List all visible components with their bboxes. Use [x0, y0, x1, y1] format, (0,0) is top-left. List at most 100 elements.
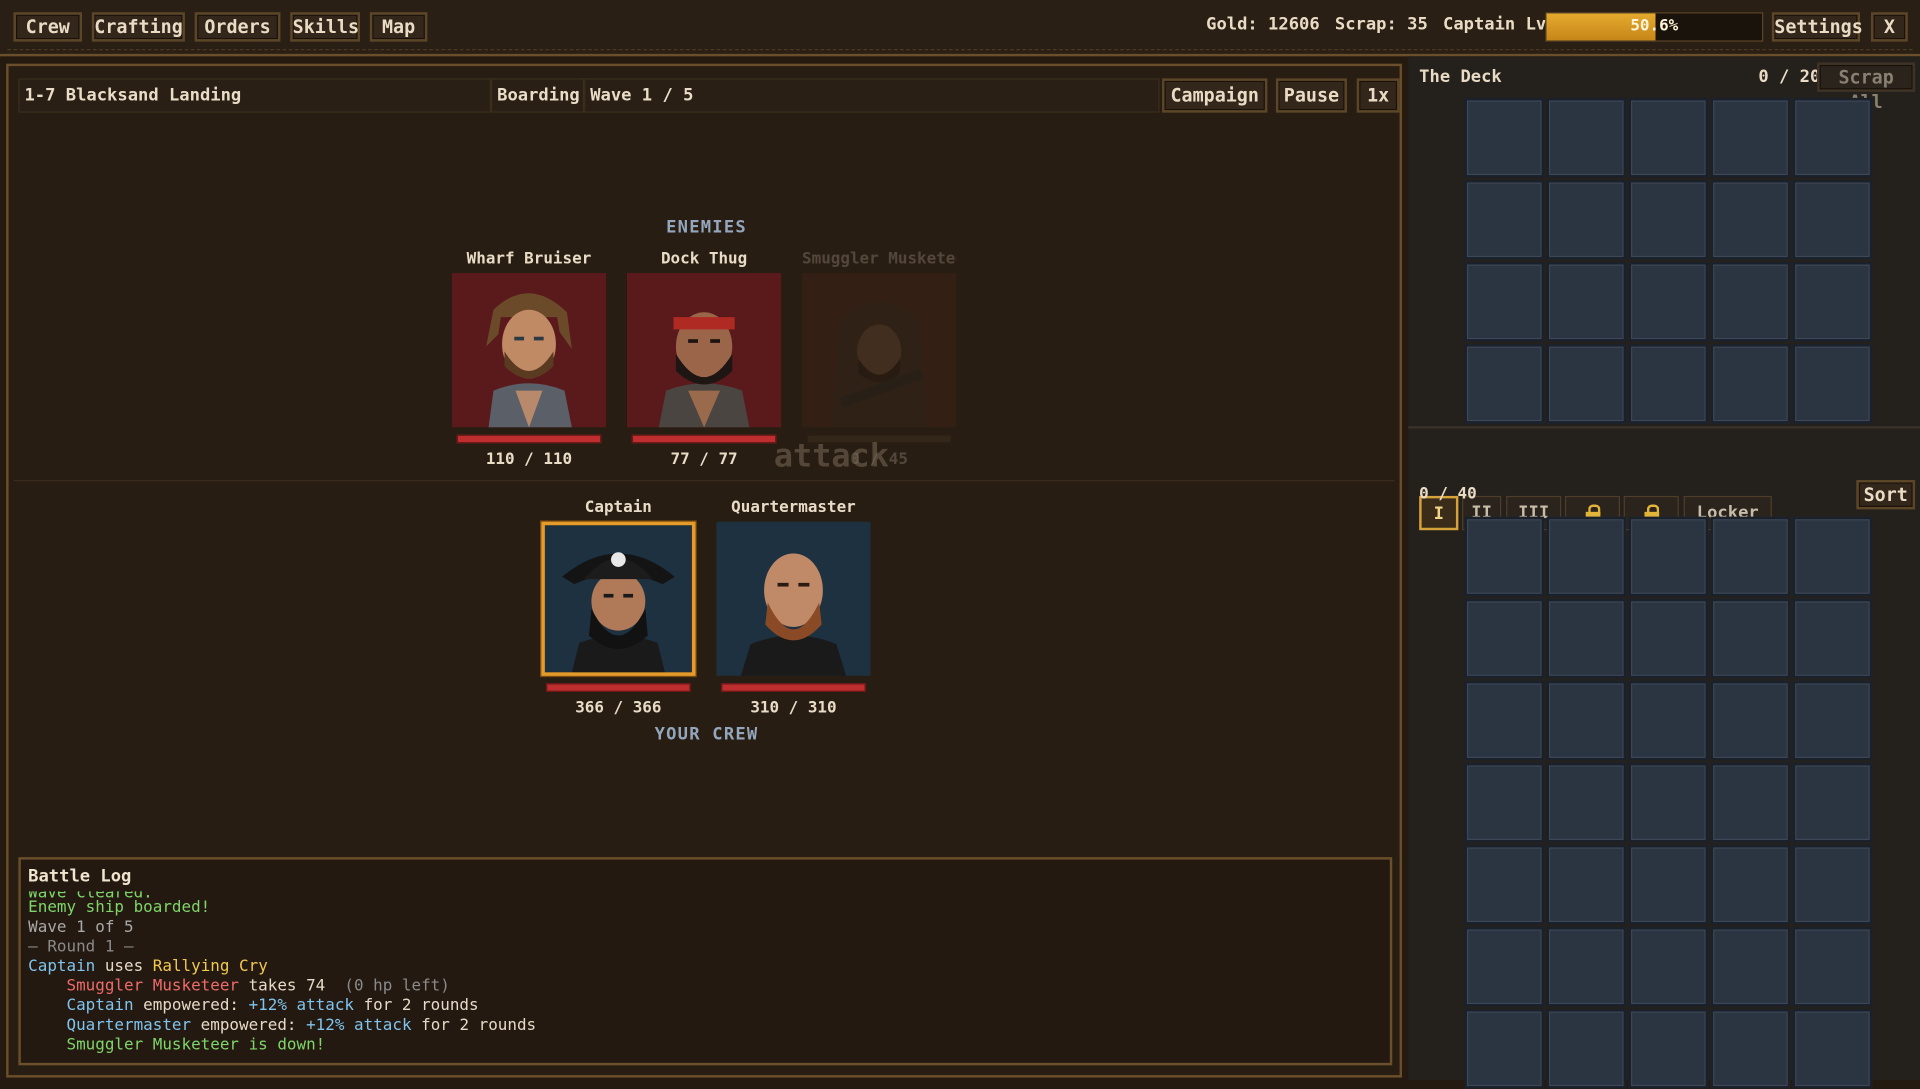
log-line: Smuggler Musketeer is down!	[28, 1035, 326, 1055]
inventory-slot[interactable]	[1464, 344, 1545, 424]
enemy-unit[interactable]: Wharf Bruiser 110 / 110	[451, 250, 607, 469]
unit-name: Dock Thug	[660, 249, 748, 269]
battle-log[interactable]: Battle Log Wave cleared.Enemy ship board…	[18, 857, 1393, 1066]
wharf-bruiser-portrait	[451, 273, 607, 428]
inventory-slot[interactable]	[1710, 344, 1791, 424]
inventory-slot[interactable]	[1710, 1008, 1791, 1089]
crew-unit-captain[interactable]: Captain 366 / 366	[541, 498, 696, 718]
scrap-all-button[interactable]: Scrap All	[1817, 62, 1916, 113]
battle-panel: 1-7 Blacksand Landing Boarding Wave 1 / …	[6, 63, 1403, 1078]
inventory-slot[interactable]	[1628, 844, 1709, 925]
inventory-slot[interactable]	[1464, 516, 1545, 597]
unit-hp: 366 / 366	[575, 699, 662, 718]
inventory-slot[interactable]	[1792, 97, 1873, 178]
crew-health-bar	[721, 683, 866, 692]
inventory-slot[interactable]	[1628, 344, 1709, 424]
crew-unit-quartermaster[interactable]: Quartermaster 310 / 310	[716, 498, 871, 718]
inventory-slot[interactable]	[1792, 1008, 1873, 1089]
inventory-slot[interactable]	[1792, 926, 1873, 1007]
inventory-slot[interactable]	[1628, 516, 1709, 597]
inventory-slot[interactable]	[1628, 262, 1709, 342]
gold-counter: Gold: 12606	[1206, 14, 1320, 35]
inventory-slot[interactable]	[1628, 97, 1709, 178]
unit-hp: 110 / 110	[485, 450, 573, 469]
log-line: Smuggler Musketeer takes 74 (0 hp left)	[28, 977, 450, 996]
inventory-slot[interactable]	[1546, 844, 1627, 925]
inventory-slot[interactable]	[1710, 680, 1791, 761]
inventory-slot[interactable]	[1546, 926, 1627, 1007]
inventory-slot[interactable]	[1546, 598, 1627, 679]
top-bar: Crew Crafting Orders Skills Map Gold: 12…	[0, 0, 1920, 57]
enemies-label: ENEMIES	[666, 217, 747, 238]
skills-button[interactable]: Skills	[290, 12, 361, 42]
inventory-slot[interactable]	[1546, 97, 1627, 178]
inventory-slot[interactable]	[1710, 97, 1791, 178]
attack-floating-text: attack	[773, 438, 889, 476]
scrap-counter: Scrap: 35	[1334, 14, 1428, 35]
inventory-slot[interactable]	[1710, 926, 1791, 1007]
inventory-slot[interactable]	[1628, 598, 1709, 679]
inventory-slot[interactable]	[1464, 926, 1545, 1007]
inventory-grid	[1464, 516, 1873, 1089]
inventory-slot[interactable]	[1464, 844, 1545, 925]
log-line: Captain empowered: +12% attack for 2 rou…	[28, 996, 479, 1016]
inventory-slot[interactable]	[1710, 762, 1791, 843]
enemy-unit[interactable]: Dock Thug 77 / 77	[626, 249, 782, 469]
inventory-slot[interactable]	[1792, 262, 1873, 342]
inventory-slot[interactable]	[1710, 844, 1791, 925]
inventory-slot[interactable]	[1792, 762, 1873, 843]
battle-divider	[13, 480, 1395, 482]
inventory-slot[interactable]	[1546, 262, 1627, 342]
inventory-slot[interactable]	[1546, 516, 1627, 597]
pause-button[interactable]: Pause	[1275, 78, 1347, 113]
deck-title: The Deck	[1419, 67, 1502, 87]
log-line: Enemy ship boarded!	[28, 898, 211, 918]
inventory-slot[interactable]	[1710, 598, 1791, 679]
captain-xp-bar: 50.6%	[1545, 12, 1764, 42]
inventory-slot[interactable]	[1628, 1008, 1709, 1089]
sort-button[interactable]: Sort	[1856, 480, 1916, 510]
orders-button[interactable]: Orders	[194, 12, 281, 42]
battle-log-lines: Wave cleared.Enemy ship boarded!Wave 1 o…	[28, 891, 536, 1055]
inventory-slot[interactable]	[1464, 680, 1545, 761]
battle-info-bar: 1-7 Blacksand Landing Boarding Wave 1 / …	[18, 78, 1400, 113]
inventory-slot[interactable]	[1464, 762, 1545, 843]
inventory-slot[interactable]	[1464, 262, 1545, 342]
game-screen: Crew Crafting Orders Skills Map Gold: 12…	[0, 0, 1920, 1089]
inventory-slot[interactable]	[1628, 926, 1709, 1007]
inventory-slot[interactable]	[1710, 262, 1791, 342]
crafting-button[interactable]: Crafting	[91, 12, 185, 42]
map-button[interactable]: Map	[369, 12, 428, 42]
inventory-slot[interactable]	[1546, 1008, 1627, 1089]
battle-log-title: Battle Log	[28, 866, 132, 887]
inventory-slot[interactable]	[1710, 180, 1791, 260]
inventory-slot[interactable]	[1464, 97, 1545, 178]
inventory-slot[interactable]	[1792, 516, 1873, 597]
inventory-slot[interactable]	[1792, 844, 1873, 925]
speed-button[interactable]: 1x	[1356, 78, 1400, 113]
inventory-slot[interactable]	[1792, 680, 1873, 761]
inventory-slot[interactable]	[1464, 1008, 1545, 1089]
inventory-slot[interactable]	[1792, 180, 1873, 260]
stage-name: 1-7 Blacksand Landing	[18, 78, 492, 113]
crew-button[interactable]: Crew	[13, 12, 83, 42]
inventory-slot[interactable]	[1546, 180, 1627, 260]
inventory-slot[interactable]	[1546, 344, 1627, 424]
inventory-slot[interactable]	[1792, 598, 1873, 679]
crew-health-bar	[546, 683, 691, 692]
inventory-slot[interactable]	[1710, 516, 1791, 597]
log-line: Quartermaster empowered: +12% attack for…	[28, 1016, 537, 1035]
inventory-slot[interactable]	[1464, 180, 1545, 260]
inventory-slot[interactable]	[1628, 762, 1709, 843]
inventory-slot[interactable]	[1792, 344, 1873, 424]
inventory-slot[interactable]	[1546, 680, 1627, 761]
deck-count: 0 / 20	[1758, 67, 1821, 87]
inventory-slot[interactable]	[1546, 762, 1627, 843]
inventory-slot[interactable]	[1628, 680, 1709, 761]
inventory-slot[interactable]	[1464, 598, 1545, 679]
settings-button[interactable]: Settings	[1771, 12, 1863, 42]
campaign-button[interactable]: Campaign	[1162, 78, 1268, 113]
inventory-slot[interactable]	[1628, 180, 1709, 260]
unit-hp: 310 / 310	[750, 699, 837, 718]
close-button[interactable]: X	[1871, 12, 1908, 42]
